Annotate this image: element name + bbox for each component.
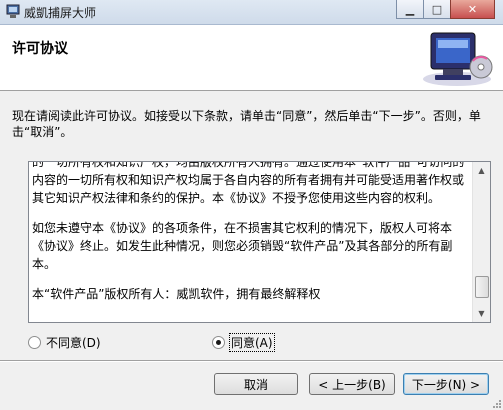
minimize-button[interactable]: ▁ — [396, 0, 424, 19]
radio-circle-checked[interactable] — [212, 336, 225, 349]
scroll-down-icon[interactable]: ▼ — [473, 305, 490, 322]
close-button[interactable]: ✕ — [450, 0, 495, 19]
scroll-up-icon[interactable]: ▲ — [473, 162, 490, 179]
agree-radio[interactable]: 同意(A) — [212, 333, 275, 352]
maximize-button[interactable]: □ — [423, 0, 451, 19]
radio-circle[interactable] — [28, 336, 41, 349]
back-button[interactable]: < 上一步(B) — [309, 373, 395, 395]
app-icon — [6, 4, 20, 18]
license-paragraph: 本“软件产品”版权所有人：威凯软件，拥有最终解释权 — [32, 287, 321, 301]
page-title: 许可协议 — [12, 41, 68, 57]
license-paragraph: 如您未遵守本《协议》的各项条件，在不损害其它权利的情况下，版权人可将本《协议》终… — [32, 221, 453, 271]
license-paragraph: 的一切所有权和知识产权，均由版权所有人拥有。通过使用本“软件产品”可访问的内容的… — [32, 161, 465, 205]
instruction-text: 现在请阅读此许可协议。如接受以下条款，请单击“同意”，然后单击“下一步”。否则，… — [12, 109, 481, 139]
title-bar[interactable]: 威凱捕屏大师 ▁ □ ✕ — [0, 0, 503, 25]
agree-label[interactable]: 同意(A) — [229, 333, 275, 352]
computer-cd-icon — [423, 32, 493, 86]
scroll-thumb[interactable] — [475, 276, 489, 298]
license-textbox[interactable]: 的一切所有权和知识产权，均由版权所有人拥有。通过使用本“软件产品”可访问的内容的… — [28, 161, 491, 323]
license-text: 的一切所有权和知识产权，均由版权所有人拥有。通过使用本“软件产品”可访问的内容的… — [32, 161, 465, 315]
cancel-button[interactable]: 取消 — [214, 373, 298, 395]
disagree-label[interactable]: 不同意(D) — [46, 334, 101, 351]
window-title: 威凱捕屏大师 — [24, 6, 97, 20]
resize-grip-icon[interactable] — [490, 397, 502, 409]
next-button[interactable]: 下一步(N) > — [403, 373, 489, 395]
divider — [0, 360, 503, 362]
vertical-scrollbar[interactable]: ▲ ▼ — [472, 162, 490, 322]
wizard-header: 许可协议 — [0, 25, 503, 91]
disagree-radio[interactable]: 不同意(D) — [28, 334, 101, 351]
